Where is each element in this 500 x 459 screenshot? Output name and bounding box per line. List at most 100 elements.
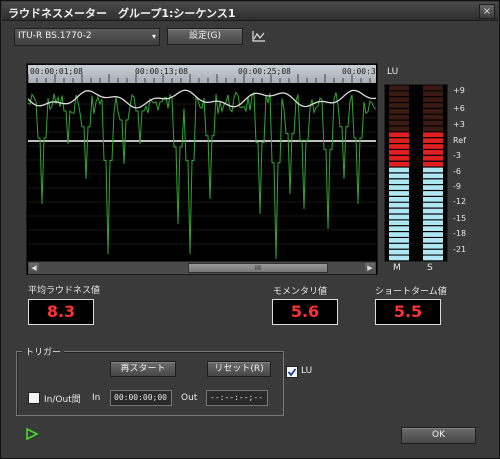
short-term-value: 5.5 — [375, 299, 441, 325]
meter-scale-label: -6 — [453, 167, 461, 176]
meter-segment — [389, 202, 409, 208]
integrated-loudness-label: 平均ラウドネス値 — [28, 286, 101, 296]
meter-segment — [423, 220, 443, 226]
meter-segment — [389, 167, 409, 173]
meter-segment — [423, 226, 443, 231]
meter-segment — [423, 91, 443, 97]
meter-segment — [423, 185, 443, 190]
meter-segment — [389, 255, 409, 261]
meter-segment — [423, 150, 443, 155]
meter-segment — [389, 97, 409, 102]
scroll-thumb[interactable]: III — [188, 263, 328, 273]
meter-segment — [423, 109, 443, 114]
loudness-average-trace — [28, 89, 376, 109]
meter-segment — [389, 103, 409, 108]
meter-segment — [423, 144, 443, 149]
loudness-meter-window: ラウドネスメーター グループ1:シーケンス1 × ITU-R BS.1770-2… — [0, 0, 500, 459]
checkmark-icon — [287, 368, 297, 377]
meter-scale-label: +3 — [453, 120, 465, 129]
timeline-ruler[interactable]: 00:00:01;08 00:00:13;08 00:00:25;08 00:0… — [28, 65, 376, 83]
short-term-trace — [28, 91, 376, 260]
meter-segment — [389, 214, 409, 220]
close-button[interactable]: × — [479, 4, 495, 19]
meter-segment — [423, 161, 443, 167]
meter-segment — [423, 120, 443, 126]
meter-segment — [423, 243, 443, 249]
meter-segment — [423, 138, 443, 143]
meter-segment — [389, 249, 409, 255]
meter-segment — [423, 232, 443, 237]
meter-segment — [389, 138, 409, 143]
meter-segment — [423, 179, 443, 185]
play-icon[interactable] — [25, 427, 39, 441]
meter-segment — [423, 103, 443, 108]
timecode-label: 00:00:13;08 — [135, 67, 188, 76]
meter-segment — [423, 238, 443, 243]
meter-segment — [389, 91, 409, 97]
meter-scale-label: -3 — [453, 151, 461, 160]
level-meters — [384, 84, 448, 262]
meter-segment — [423, 85, 443, 91]
meter-segment — [423, 167, 443, 173]
line-graph-icon[interactable] — [252, 29, 266, 43]
short-term-label: ショートターム値 — [375, 287, 447, 297]
meter-scale-label: -9 — [453, 182, 461, 191]
meter-segment — [389, 238, 409, 243]
ok-button[interactable]: OK — [401, 427, 476, 444]
window-title: ラウドネスメーター グループ1:シーケンス1 — [8, 7, 236, 20]
meter-segment — [423, 255, 443, 261]
standard-select[interactable]: ITU-R BS.1770-2 ▾ — [14, 28, 160, 46]
meter-segment — [389, 243, 409, 249]
meter-scale-label: -12 — [453, 197, 467, 206]
meter-segment — [389, 232, 409, 237]
meter-scale-label: +6 — [453, 104, 465, 113]
out-timecode-field[interactable]: --:--:--;-- — [206, 390, 268, 406]
meter-segment — [423, 249, 443, 255]
settings-button[interactable]: 設定(G) — [167, 28, 243, 45]
meter-segment — [423, 214, 443, 220]
meter-segment — [389, 208, 409, 214]
inout-checkbox[interactable] — [28, 392, 40, 404]
meter-segment — [389, 150, 409, 155]
meter-segment — [423, 191, 443, 196]
momentary-value: 5.6 — [272, 299, 338, 325]
meter-segment — [423, 197, 443, 202]
momentary-label: モメンタリ値 — [273, 287, 328, 297]
timecode-label: 00:00:3 — [342, 67, 376, 76]
meter-scale-label: -21 — [453, 245, 467, 254]
meter-segment — [389, 144, 409, 149]
meter-segment — [389, 185, 409, 190]
reset-button[interactable]: リセット(R) — [207, 361, 271, 377]
restart-button[interactable]: 再スタート — [110, 361, 176, 377]
in-timecode-field[interactable]: 00:00:00;00 — [110, 390, 172, 406]
in-label: In — [92, 393, 101, 403]
meter-segment — [423, 97, 443, 102]
meter-segment — [423, 208, 443, 214]
meter-bars — [389, 85, 443, 261]
meter-segment — [389, 226, 409, 231]
meter-segment — [389, 173, 409, 179]
meter-scale-label: Ref — [453, 136, 466, 145]
timecode-label: 00:00:25;08 — [238, 67, 291, 76]
loudness-graph: 00:00:01;08 00:00:13;08 00:00:25;08 00:0… — [26, 63, 378, 275]
integrated-loudness-value: 8.3 — [28, 299, 94, 325]
meter-channel-s: S — [427, 263, 433, 273]
lu-checkbox[interactable] — [286, 366, 298, 378]
meter-segment — [423, 173, 443, 179]
out-label: Out — [181, 393, 198, 403]
standard-select-value: ITU-R BS.1770-2 — [18, 31, 92, 41]
meter-scale-label: +9 — [453, 86, 465, 95]
meter-segment — [389, 132, 409, 138]
meter-segment — [423, 202, 443, 208]
meter-unit-label: LU — [387, 67, 399, 77]
scroll-right-arrow[interactable]: ▶ — [365, 263, 375, 273]
title-bar[interactable]: ラウドネスメーター グループ1:シーケンス1 × — [2, 2, 498, 21]
meter-segment — [389, 191, 409, 196]
meter-scale-label: -15 — [453, 214, 467, 223]
scroll-left-arrow[interactable]: ◀ — [29, 263, 39, 273]
inout-label: In/Out間 — [44, 395, 81, 405]
meter-segment — [389, 114, 409, 120]
meter-segment — [389, 120, 409, 126]
graph-scrollbar[interactable]: ◀ III ▶ — [28, 261, 376, 274]
meter-channel-m: M — [393, 263, 401, 273]
